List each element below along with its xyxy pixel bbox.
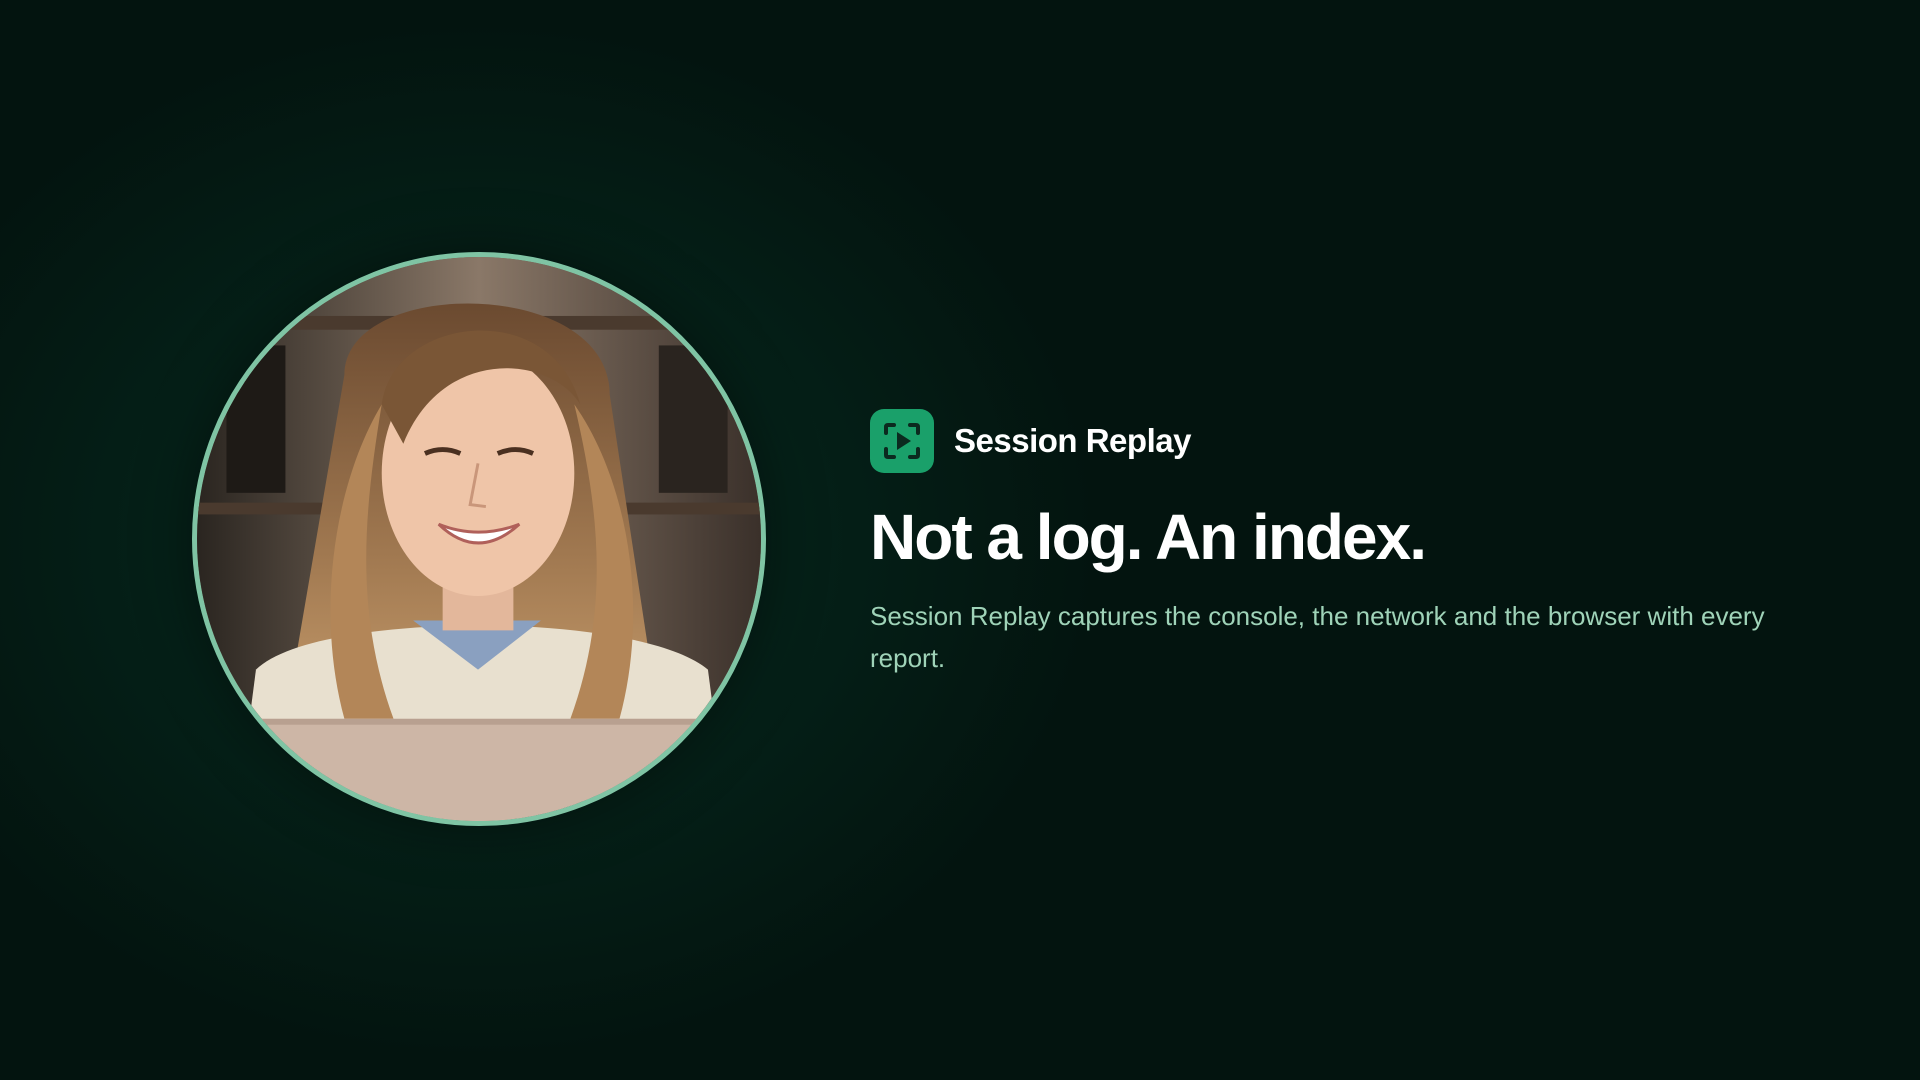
description: Session Replay captures the console, the…: [870, 601, 1765, 673]
photo-illustration: [197, 257, 761, 821]
profile-photo: [192, 252, 766, 826]
hero-text: Session Replay Not a log. An index. Sess…: [870, 408, 1810, 680]
hero-section: Session Replay Not a log. An index. Sess…: [0, 0, 1920, 1080]
headline: Not a log. An index.: [870, 501, 1427, 573]
product-brand: Session Replay: [870, 408, 1810, 474]
play-in-frame-icon: [870, 409, 934, 473]
product-name: Session Replay: [954, 422, 1191, 459]
